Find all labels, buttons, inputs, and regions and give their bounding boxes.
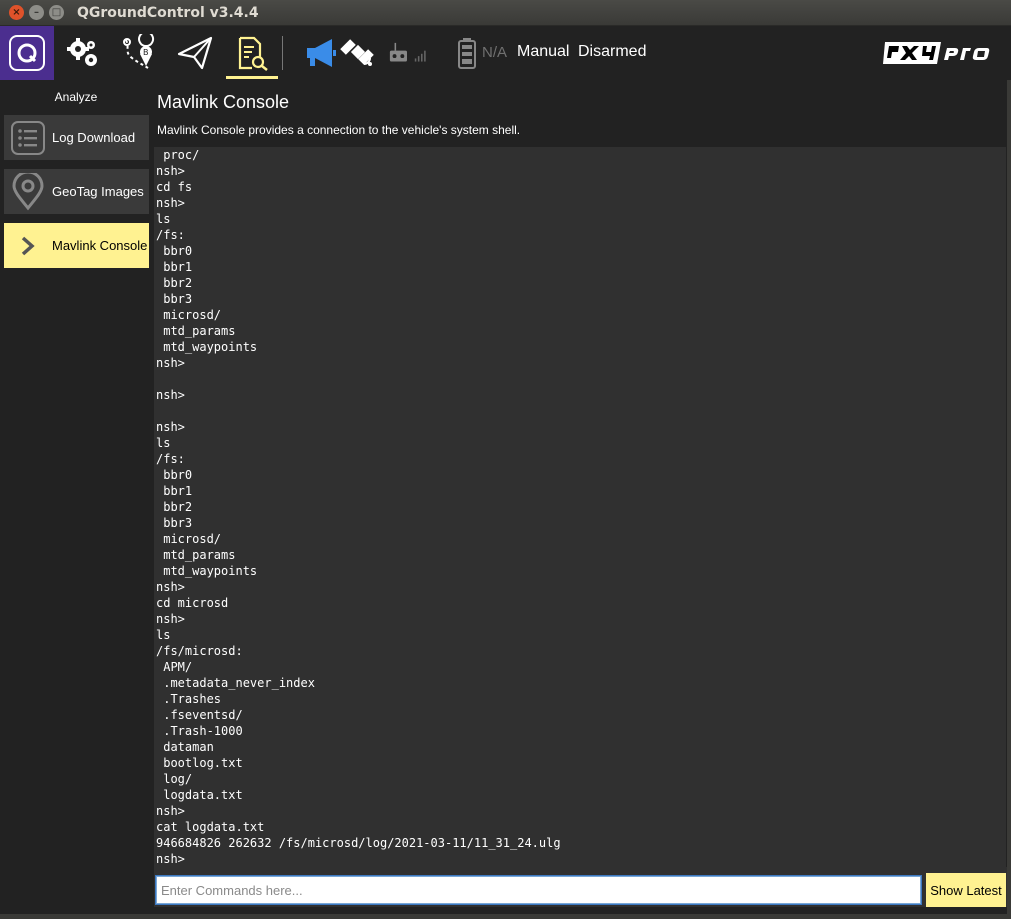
gps-satellite-icon[interactable] [338,32,380,74]
page-description: Mavlink Console provides a connection to… [157,123,521,137]
console-line: nsh> [156,356,185,370]
console-line: bbr1 [156,260,193,274]
qgc-logo-icon[interactable] [0,26,54,80]
console-line: ls [156,436,171,450]
console-line: .Trash-1000 [156,724,243,738]
window-edge-bottom [0,914,1011,919]
console-line: nsh> [156,164,185,178]
console-line: dataman [156,740,214,754]
console-line: ls [156,212,171,226]
window-maximize-button[interactable]: □ [49,5,64,20]
sidebar-item-label: Log Download [52,130,136,145]
list-icon [4,115,52,160]
console-line: nsh> [156,388,185,402]
console-line: microsd/ [156,532,222,546]
main-toolbar: B N/A Manual Disarmed [0,26,1011,80]
console-line: nsh> [156,196,185,210]
console-line: log/ [156,772,193,786]
console-line: bbr3 [156,292,193,306]
command-input[interactable] [155,875,922,905]
console-line: proc/ [156,148,200,162]
console-line: mtd_waypoints [156,564,258,578]
analyze-sidebar: Analyze Log Download GeoTag Images Mavli… [0,80,152,919]
console-line: mtd_params [156,324,236,338]
console-line: nsh> [156,804,185,818]
sidebar-item-geotag-images[interactable]: GeoTag Images [4,169,149,214]
window-minimize-button[interactable]: – [29,5,44,20]
battery-status-text: N/A [482,44,508,61]
console-output[interactable]: proc/nsh> cd fs nsh> ls/fs: bbr0 bbr1 bbr2 … [154,147,1006,867]
console-line: logdata.txt [156,788,243,802]
console-line: bbr0 [156,244,193,258]
console-line: bbr3 [156,516,193,530]
page-title: Mavlink Console [157,92,290,112]
console-line: bootlog.txt [156,756,243,770]
console-line: cd fs [156,180,193,194]
console-line: nsh> [156,580,185,594]
px4-autopilot-pro-logo [883,38,995,68]
console-line: /fs: [156,452,185,466]
command-bar: Show Latest [154,867,1007,907]
fly-paper-plane-icon[interactable] [174,32,216,74]
sidebar-item-label: GeoTag Images [52,184,144,199]
toolbar-divider [282,36,283,70]
sidebar-item-label: Mavlink Console [52,238,148,253]
sidebar-item-mavlink-console[interactable]: Mavlink Console [4,223,149,268]
console-line: .metadata_never_index [156,676,315,690]
console-line: mtd_params [156,548,236,562]
arm-status-indicator[interactable]: Disarmed [578,43,646,61]
console-line: .Trashes [156,692,222,706]
window-close-button[interactable]: × [9,5,24,20]
window-title: QGroundControl v3.4.4 [77,4,259,21]
console-line: cat logdata.txt [156,820,265,834]
console-line: microsd/ [156,308,222,322]
console-line: nsh> [156,852,185,866]
mavlink-console-page: Mavlink Console Mavlink Console provides… [152,80,1007,919]
console-line: bbr2 [156,500,193,514]
console-line: APM/ [156,660,193,674]
console-line: ls [156,628,171,642]
sidebar-title: Analyze [54,90,98,104]
console-line: nsh> [156,420,185,434]
active-tab-underline [226,76,278,79]
rc-transmitter-icon[interactable] [386,32,428,74]
console-line: bbr2 [156,276,193,290]
chevron-right-icon [4,223,52,268]
show-latest-button[interactable]: Show Latest [926,873,1006,907]
messages-megaphone-icon[interactable] [300,32,342,74]
console-line: /fs/microsd: [156,644,243,658]
console-line: bbr1 [156,484,193,498]
window-edge-right [1007,80,1011,919]
console-lines: proc/nsh> cd fs nsh> ls/fs: bbr0 bbr1 bbr2 … [156,147,561,867]
console-line: cd microsd [156,596,229,610]
settings-gears-icon[interactable] [62,32,104,74]
sidebar-item-log-download[interactable]: Log Download [4,115,149,160]
plan-route-icon[interactable]: B [118,32,160,74]
analyze-document-icon[interactable] [230,32,272,74]
svg-text:B: B [143,48,149,57]
console-line: .fseventsd/ [156,708,243,722]
flight-mode-selector[interactable]: Manual [517,43,569,61]
console-line: 946684826 262632 /fs/microsd/log/2021-03… [156,836,561,850]
console-line: mtd_waypoints [156,340,258,354]
console-line: bbr0 [156,468,193,482]
map-pin-icon [4,169,52,214]
window-titlebar: × – □ QGroundControl v3.4.4 [0,0,1011,26]
console-line: nsh> [156,612,185,626]
console-line: /fs: [156,228,185,242]
